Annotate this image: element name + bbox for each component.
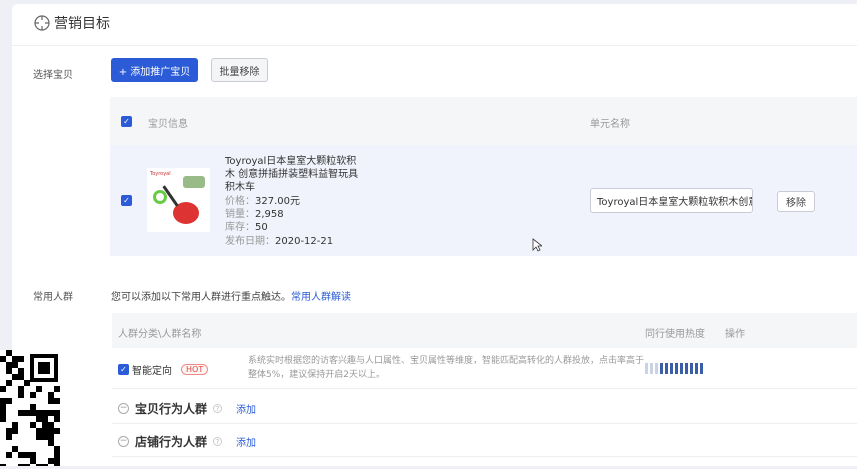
- heat-segment: [665, 363, 668, 374]
- remove-button[interactable]: 移除: [777, 191, 815, 212]
- image-brand: Toyroyal: [150, 171, 171, 177]
- product-image: Toyroyal: [147, 168, 210, 232]
- collapse-icon[interactable]: −: [118, 403, 129, 414]
- help-icon[interactable]: ?: [213, 404, 223, 413]
- sales-label: 销量：: [225, 209, 255, 221]
- marketing-goal-card: 营销目标 选择宝贝 + 添加推广宝贝 批量移除 ✓ 宝贝信息 单元名称 ✓ To…: [12, 4, 857, 466]
- product-checkbox[interactable]: ✓: [121, 195, 132, 206]
- crowd-group-shop-behavior: − 店铺行为人群 ? 添加: [118, 433, 256, 450]
- group-name: 宝贝行为人群: [135, 402, 208, 416]
- heat-bar: [645, 363, 703, 374]
- heat-segment: [660, 363, 663, 374]
- heat-segment: [650, 363, 653, 374]
- group-name: 店铺行为人群: [135, 435, 208, 449]
- page-title: 营销目标: [54, 16, 110, 32]
- heat-segment: [655, 363, 658, 374]
- stock-label: 库存：: [225, 222, 255, 234]
- divider: [112, 456, 857, 457]
- heat-segment: [675, 363, 678, 374]
- col-crowd-name: 人群分类\人群名称: [118, 329, 202, 340]
- sales-value: 2,958: [255, 209, 284, 221]
- crowd-help-link[interactable]: 常用人群解读: [291, 292, 351, 303]
- col-action: 操作: [725, 329, 745, 340]
- unit-name-input[interactable]: Toyroyal日本皇室大颗粒软积木创意: [590, 188, 753, 213]
- collapse-icon[interactable]: −: [118, 436, 129, 447]
- heat-segment: [695, 363, 698, 374]
- smart-targeting-desc: 系统实时根据您的访客兴趣与人口属性、宝贝属性等维度，智能匹配高转化的人群投放，点…: [248, 356, 645, 380]
- heat-segment: [680, 363, 683, 374]
- divider: [112, 388, 857, 389]
- divider: [112, 423, 857, 424]
- qr-code: [0, 350, 62, 469]
- smart-targeting-row: ✓ 智能定向 HOT 系统实时根据您的访客兴趣与人口属性、宝贝属性等维度，智能匹…: [112, 348, 857, 388]
- smart-targeting-label: 智能定向: [132, 366, 172, 377]
- product-info: Toyroyal日本皇室大颗粒软积木 创意拼插拼装塑料益智玩具积木车 价格：32…: [225, 155, 365, 248]
- help-icon[interactable]: ?: [213, 437, 223, 446]
- col-heat: 同行使用热度: [645, 329, 705, 340]
- crowd-label: 常用人群: [33, 292, 73, 303]
- date-label: 发布日期：: [225, 235, 275, 247]
- section-header: 营销目标: [34, 13, 110, 33]
- heat-segment: [700, 363, 703, 374]
- heat-segment: [670, 363, 673, 374]
- hot-badge: HOT: [181, 364, 209, 375]
- select-item-label: 选择宝贝: [33, 70, 73, 81]
- heat-segment: [690, 363, 693, 374]
- qr-code-icon: [0, 350, 60, 469]
- product-title[interactable]: Toyroyal日本皇室大颗粒软积木 创意拼插拼装塑料益智玩具积木车: [225, 155, 365, 195]
- mouse-cursor-icon: [532, 238, 542, 252]
- add-link[interactable]: 添加: [236, 434, 256, 449]
- add-link[interactable]: 添加: [236, 401, 256, 416]
- date-value: 2020-12-21: [275, 235, 334, 247]
- crowd-desc-text: 您可以添加以下常用人群进行重点触达。: [111, 292, 291, 303]
- stock-value: 50: [255, 222, 268, 234]
- product-table-header: ✓ 宝贝信息 单元名称: [110, 97, 857, 145]
- smart-targeting-checkbox[interactable]: ✓: [118, 364, 129, 375]
- col-unit-name: 单元名称: [590, 119, 630, 130]
- heat-segment: [685, 363, 688, 374]
- crowd-group-item-behavior: − 宝贝行为人群 ? 添加: [118, 400, 256, 417]
- add-item-button[interactable]: + 添加推广宝贝: [111, 58, 198, 82]
- crowd-description: 您可以添加以下常用人群进行重点触达。常用人群解读: [111, 288, 351, 303]
- price-label: 价格：: [225, 196, 255, 207]
- divider: [12, 45, 857, 46]
- select-all-checkbox[interactable]: ✓: [121, 116, 132, 127]
- heat-segment: [645, 363, 648, 374]
- crosshair-icon: [34, 15, 50, 31]
- crowd-table-header: 人群分类\人群名称 同行使用热度 操作: [112, 313, 857, 348]
- price-value: 327.00元: [255, 196, 300, 207]
- batch-remove-button[interactable]: 批量移除: [211, 58, 268, 82]
- col-item-info: 宝贝信息: [148, 119, 188, 130]
- product-row: ✓ Toyroyal Toyroyal日本皇室大颗粒软积木 创意拼插拼装塑料益智…: [110, 145, 857, 256]
